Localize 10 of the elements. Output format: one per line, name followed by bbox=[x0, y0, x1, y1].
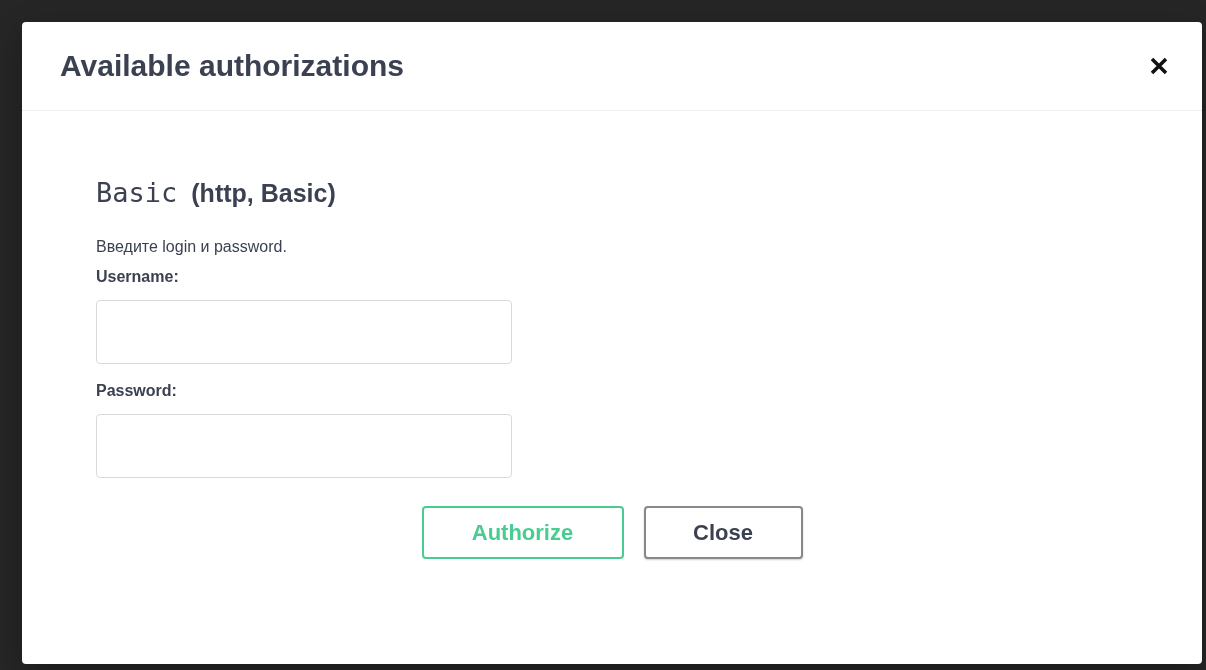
input-field[interactable] bbox=[96, 414, 512, 478]
field-label: Password: bbox=[96, 382, 178, 400]
close-button[interactable]: Close bbox=[643, 506, 803, 559]
scheme-description: Введите login и password. bbox=[96, 238, 288, 256]
scheme-name: Basic bbox=[96, 177, 178, 208]
close-icon bbox=[1150, 57, 1168, 75]
scheme-type: (http, Basic) bbox=[191, 179, 336, 208]
field-label: Username: bbox=[96, 268, 180, 286]
input-field[interactable] bbox=[96, 300, 512, 364]
modal-title: Available authorizations bbox=[60, 49, 404, 83]
